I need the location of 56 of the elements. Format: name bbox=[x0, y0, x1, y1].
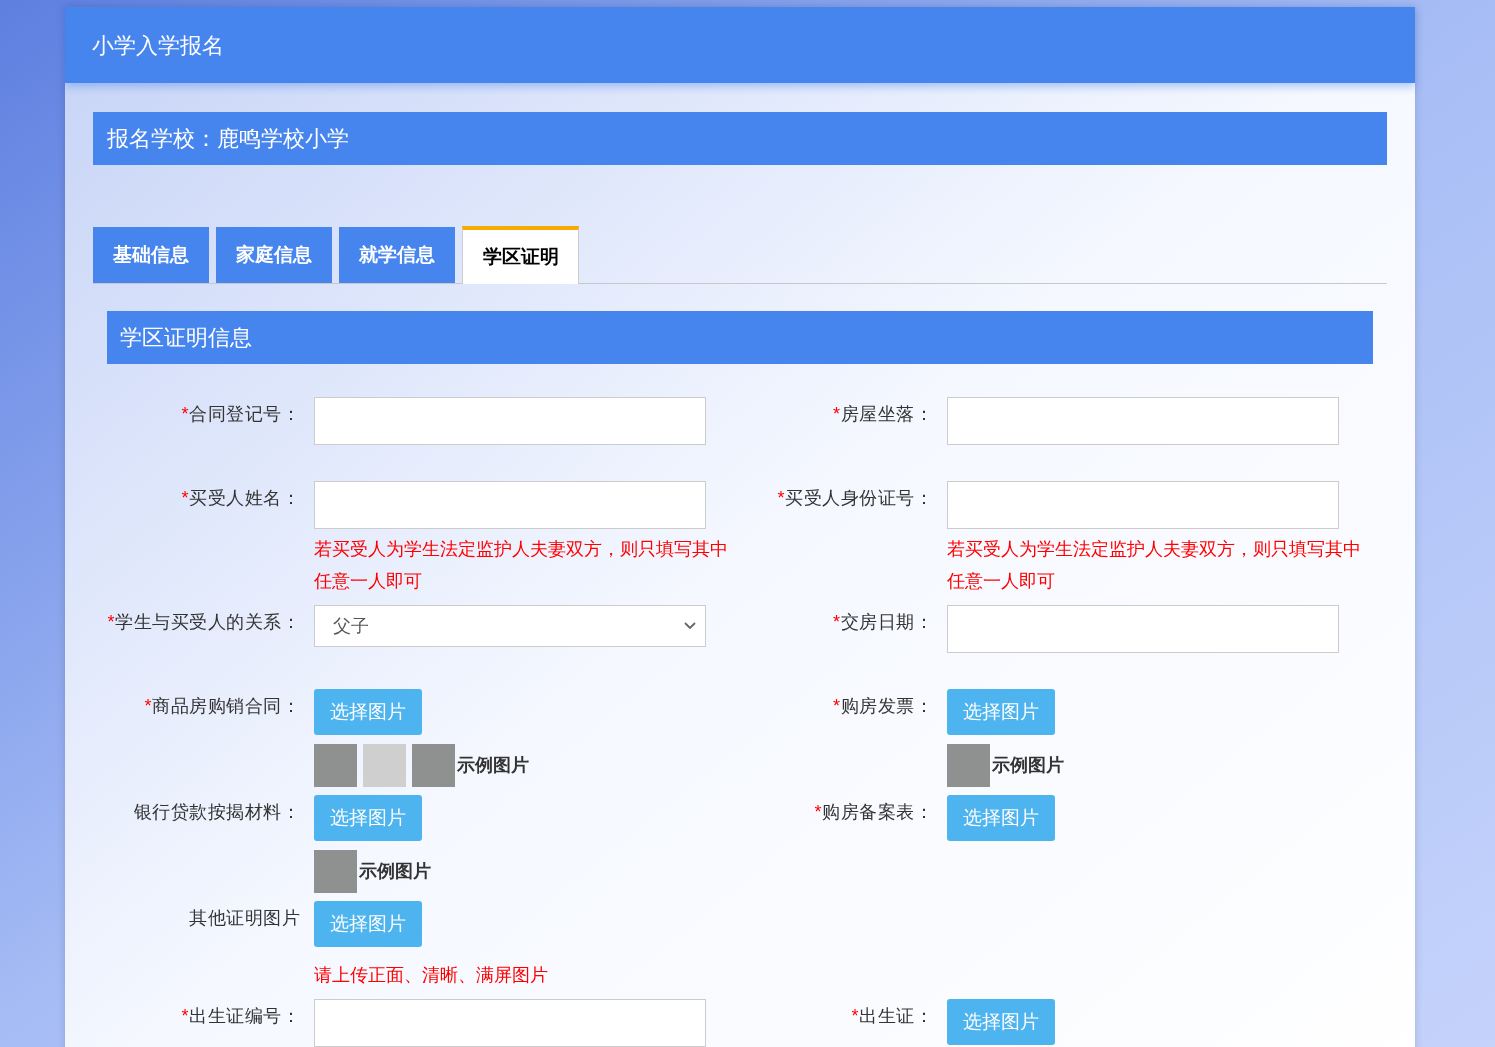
field-label: 出生证编号： bbox=[189, 1006, 300, 1026]
example-photo-placeholder bbox=[363, 744, 406, 787]
required-mark: * bbox=[144, 696, 152, 716]
tab[interactable]: 就学信息 bbox=[339, 227, 455, 283]
choose-image-button[interactable]: 选择图片 bbox=[314, 795, 422, 841]
example-photo-placeholder bbox=[314, 850, 357, 893]
field-label: 购房发票： bbox=[840, 696, 933, 716]
required-mark: * bbox=[107, 612, 115, 632]
chevron-down-icon bbox=[683, 621, 697, 631]
choose-image-button[interactable]: 选择图片 bbox=[947, 795, 1055, 841]
text-input-field[interactable] bbox=[314, 397, 706, 445]
hint-text: 请上传正面、清晰、满屏图片 bbox=[314, 964, 549, 987]
example-label: 示例图片 bbox=[359, 860, 431, 883]
choose-image-button[interactable]: 选择图片 bbox=[314, 689, 422, 735]
required-mark: * bbox=[181, 1006, 189, 1026]
example-label: 示例图片 bbox=[992, 754, 1064, 777]
example-photo-placeholder bbox=[947, 744, 990, 787]
required-mark: * bbox=[814, 802, 822, 822]
text-input-field[interactable] bbox=[314, 481, 706, 529]
field-label: 银行贷款按揭材料： bbox=[133, 802, 300, 822]
field-label: 买受人姓名： bbox=[189, 488, 300, 508]
section-header: 学区证明信息 bbox=[107, 311, 1373, 364]
hint-text: 若买受人为学生法定监护人夫妻双方，则只填写其中任意一人即可 bbox=[947, 538, 1362, 593]
tab[interactable]: 学区证明 bbox=[462, 226, 579, 284]
field-label: 交房日期： bbox=[840, 612, 933, 632]
tab[interactable]: 家庭信息 bbox=[216, 227, 332, 283]
school-bar: 报名学校：鹿鸣学校小学 bbox=[93, 112, 1387, 165]
field-label: 商品房购销合同： bbox=[152, 696, 300, 716]
choose-image-button[interactable]: 选择图片 bbox=[947, 689, 1055, 735]
required-mark: * bbox=[851, 1006, 859, 1026]
choose-image-button[interactable]: 选择图片 bbox=[314, 901, 422, 947]
field-label: 房屋坐落： bbox=[840, 404, 933, 424]
field-label: 学生与买受人的关系： bbox=[115, 612, 300, 632]
field-label: 出生证： bbox=[859, 1006, 933, 1026]
text-input-field[interactable] bbox=[947, 397, 1339, 445]
field-label: 合同登记号： bbox=[189, 404, 300, 424]
required-mark: * bbox=[833, 696, 841, 716]
required-mark: * bbox=[833, 612, 841, 632]
example-photo-placeholder bbox=[412, 744, 455, 787]
text-input-field[interactable] bbox=[314, 999, 706, 1047]
required-mark: * bbox=[181, 404, 189, 424]
example-photo-placeholder bbox=[314, 744, 357, 787]
field-label: 购房备案表： bbox=[822, 802, 933, 822]
page-title: 小学入学报名 bbox=[92, 31, 224, 60]
hint-text: 若买受人为学生法定监护人夫妻双方，则只填写其中任意一人即可 bbox=[314, 538, 729, 593]
required-mark: * bbox=[777, 488, 785, 508]
required-mark: * bbox=[181, 488, 189, 508]
example-label: 示例图片 bbox=[457, 754, 529, 777]
tab[interactable]: 基础信息 bbox=[93, 227, 209, 283]
required-mark: * bbox=[833, 404, 841, 424]
relation-select[interactable]: 父子 bbox=[314, 605, 706, 647]
field-label: 买受人身份证号： bbox=[785, 488, 933, 508]
text-input-field[interactable] bbox=[947, 605, 1339, 653]
text-input-field[interactable] bbox=[947, 481, 1339, 529]
field-label: 其他证明图片 bbox=[189, 908, 300, 928]
choose-image-button[interactable]: 选择图片 bbox=[947, 999, 1055, 1045]
